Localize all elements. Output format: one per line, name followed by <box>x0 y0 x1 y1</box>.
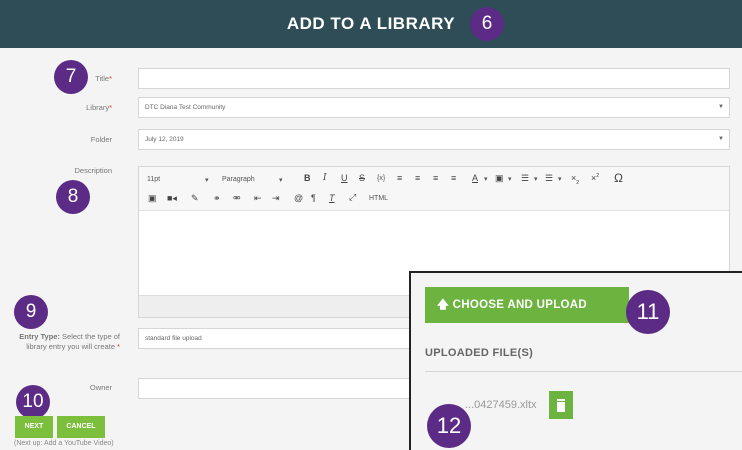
text-color-caret-icon[interactable]: ▾ <box>484 175 488 183</box>
unlink-icon[interactable]: ⚮ <box>233 193 241 204</box>
align-center-icon[interactable]: ≡ <box>415 173 420 183</box>
align-justify-icon[interactable]: ≡ <box>451 173 456 183</box>
callout-badge-9: 9 <box>14 295 48 329</box>
special-character-icon[interactable]: Ω <box>614 171 623 185</box>
numbered-list-caret-icon[interactable]: ▾ <box>558 175 562 183</box>
library-label: Library* <box>86 103 112 112</box>
cancel-button[interactable]: CANCEL <box>57 416 105 438</box>
divider <box>425 371 742 372</box>
callout-badge-12: 12 <box>427 404 471 448</box>
callout-badge-10: 10 <box>16 385 50 419</box>
library-select[interactable]: DTC Diana Test Community ▼ <box>138 97 730 118</box>
owner-input[interactable] <box>138 378 428 399</box>
editor-toolbar: 11pt ▾ Paragraph ▾ B I U S {x} ≡ ≡ ≡ ≡ A… <box>139 167 729 211</box>
block-format-caret-icon[interactable]: ▾ <box>279 176 283 184</box>
next-button[interactable]: NEXT <box>15 416 53 438</box>
choose-and-upload-button[interactable]: 🡅 CHOOSE AND UPLOAD <box>425 287 629 323</box>
fullscreen-icon[interactable]: ⤢ <box>349 192 356 203</box>
image-icon[interactable]: ▣ <box>148 193 157 204</box>
anchor-icon[interactable]: @ <box>294 193 303 203</box>
folder-label: Folder <box>90 135 112 144</box>
font-size-caret-icon[interactable]: ▾ <box>205 176 209 184</box>
numbered-list-icon[interactable]: ☰ <box>545 173 553 184</box>
link-icon[interactable]: ⚭ <box>213 193 221 204</box>
cloud-upload-icon: 🡅 <box>437 299 450 311</box>
entry-type-label: Entry Type: Select the type of library e… <box>19 332 120 351</box>
folder-select[interactable]: July 12, 2019 ▼ <box>138 129 730 150</box>
caret-down-icon: ▼ <box>718 104 724 110</box>
block-format-select[interactable]: Paragraph <box>222 176 255 183</box>
italic-icon[interactable]: I <box>323 173 327 183</box>
code-icon[interactable]: {x} <box>377 175 385 182</box>
choose-and-upload-label: CHOOSE AND UPLOAD <box>452 299 587 311</box>
outdent-icon[interactable]: ⇤ <box>254 193 262 204</box>
background-color-caret-icon[interactable]: ▾ <box>508 175 512 183</box>
page-title: ADD TO A LIBRARY <box>286 14 456 33</box>
clear-formatting-icon[interactable]: T <box>329 193 335 203</box>
pilcrow-icon[interactable]: ¶ <box>311 193 316 203</box>
video-icon[interactable]: ■◂ <box>167 193 177 204</box>
title-label: Title* <box>95 74 112 83</box>
superscript-icon[interactable]: ×2 <box>591 173 599 183</box>
title-input[interactable] <box>138 68 730 89</box>
underline-icon[interactable]: U <box>341 173 348 183</box>
edit-icon[interactable]: ✎ <box>191 193 199 204</box>
uploaded-file-name: ...0427459.xltx <box>465 399 537 411</box>
delete-file-button[interactable] <box>549 391 573 419</box>
background-color-icon[interactable]: ▣ <box>495 173 504 184</box>
bullet-list-icon[interactable]: ☰ <box>521 173 529 184</box>
font-size-select[interactable]: 11pt <box>147 176 160 183</box>
text-color-icon[interactable]: A <box>472 173 478 183</box>
folder-value: July 12, 2019 <box>145 136 184 143</box>
callout-badge-11: 11 <box>626 290 670 334</box>
entry-type-value: standard file upload <box>145 335 202 342</box>
align-left-icon[interactable]: ≡ <box>397 173 402 183</box>
strikethrough-icon[interactable]: S <box>359 173 365 183</box>
next-up-hint: (Next up: Add a YouTube Video) <box>14 440 114 447</box>
indent-icon[interactable]: ⇥ <box>272 193 280 204</box>
trash-icon <box>557 399 565 412</box>
description-label: Description <box>74 166 112 175</box>
align-right-icon[interactable]: ≡ <box>433 173 438 183</box>
callout-badge-8: 8 <box>56 180 90 214</box>
caret-down-icon: ▼ <box>718 136 724 142</box>
entry-type-select[interactable]: standard file upload <box>138 328 428 349</box>
subscript-icon[interactable]: ×2 <box>571 173 579 186</box>
bold-icon[interactable]: B <box>304 173 311 183</box>
html-source-button[interactable]: HTML <box>369 195 388 202</box>
bullet-list-caret-icon[interactable]: ▾ <box>534 175 538 183</box>
header-bar: ADD TO A LIBRARY <box>0 0 742 48</box>
uploaded-files-title: UPLOADED FILE(S) <box>425 347 534 359</box>
library-value: DTC Diana Test Community <box>145 104 226 111</box>
callout-badge-6: 6 <box>470 7 504 41</box>
